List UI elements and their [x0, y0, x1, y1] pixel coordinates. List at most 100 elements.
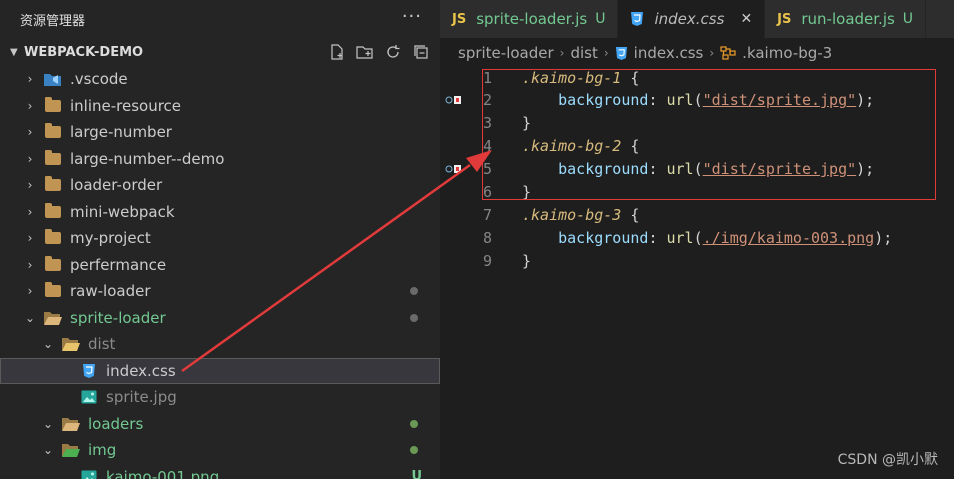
breadcrumb-item[interactable]: sprite-loader: [458, 44, 554, 62]
tree-item-label: perfermance: [70, 255, 167, 274]
tree-item[interactable]: › .vscode: [0, 66, 440, 93]
project-name: WEBPACK-DEMO: [24, 44, 144, 60]
tree-item[interactable]: › mini-webpack: [0, 199, 440, 226]
tree-item[interactable]: sprite.jpg: [0, 384, 440, 411]
line-number: 8: [482, 228, 492, 247]
folder-open-icon: [62, 417, 80, 431]
git-untracked-dot: [410, 419, 418, 428]
css-selector: .kaimo-bg-3: [522, 205, 622, 224]
tree-item-label: my-project: [70, 229, 151, 248]
tree-item[interactable]: › large-number: [0, 119, 440, 146]
tab-sprite-loader-js[interactable]: JS sprite-loader.js U: [440, 0, 619, 38]
folder-icon: [44, 229, 62, 245]
collapse-all-icon[interactable]: [410, 42, 432, 62]
explorer-header: 资源管理器 ···: [0, 0, 440, 38]
chevron-down-icon: ▼: [10, 46, 18, 58]
project-root[interactable]: ▼ WEBPACK-DEMO: [0, 38, 440, 66]
code-text: .kaimo-bg-3 {: [522, 206, 639, 224]
brace: }: [522, 251, 532, 270]
chevron-down-icon: ⌄: [42, 416, 54, 431]
tree-item-label: inline-resource: [70, 96, 182, 115]
vscode-folder-icon: [44, 72, 62, 87]
image-file-icon: [80, 390, 98, 404]
css-property: background: [558, 228, 649, 247]
folder-icon: [44, 123, 62, 139]
tree-item[interactable]: ⌄ loaders: [0, 411, 440, 438]
tree-item[interactable]: › perfermance: [0, 252, 440, 279]
tree-item-label: sprite.jpg: [106, 388, 177, 407]
tree-item[interactable]: › loader-order: [0, 172, 440, 199]
line-number: 9: [482, 251, 492, 270]
chevron-right-icon: ›: [27, 72, 33, 87]
css-file-icon: [615, 46, 628, 61]
chevron-down-icon: ⌄: [42, 337, 54, 352]
tree-item-label: sprite-loader: [70, 308, 166, 327]
code-text: }: [522, 252, 531, 270]
css-file-icon: [80, 363, 98, 378]
tree-item[interactable]: ⌄ sprite-loader: [0, 305, 440, 332]
git-status-badge: U: [902, 11, 914, 27]
new-folder-icon[interactable]: [354, 42, 376, 62]
code-text: background: url(./img/kaimo-003.png);: [522, 229, 892, 247]
annotation-highlight-box: [482, 69, 936, 200]
tab-index-css[interactable]: index.css ✕: [618, 0, 766, 38]
chevron-right-icon: ›: [27, 125, 33, 140]
more-actions-icon[interactable]: ···: [402, 6, 422, 27]
color-decorator-icon[interactable]: [445, 94, 461, 106]
tree-item-label: img: [88, 441, 117, 460]
folder-open-icon: [44, 311, 62, 325]
chevron-down-icon: ⌄: [24, 310, 36, 325]
tree-item-label: loader-order: [70, 176, 163, 195]
git-status-badge: U: [411, 469, 422, 479]
chevron-right-icon: ›: [709, 46, 715, 60]
image-file-icon: [80, 470, 98, 479]
folder-open-icon: [62, 337, 80, 352]
editor-tabs: JS sprite-loader.js U index.css ✕ JS run…: [440, 0, 954, 38]
breadcrumb-item[interactable]: index.css: [634, 44, 704, 62]
js-file-icon: JS: [452, 11, 467, 27]
tree-item[interactable]: › inline-resource: [0, 93, 440, 120]
css-function: url: [666, 228, 694, 247]
git-modified-dot: [410, 287, 418, 296]
breadcrumb-item[interactable]: dist: [570, 44, 597, 62]
tab-run-loader-js[interactable]: JS run-loader.js U: [765, 0, 927, 38]
paren: );: [874, 228, 893, 247]
git-modified-dot: [410, 313, 418, 322]
breadcrumb-item[interactable]: .kaimo-bg-3: [742, 44, 832, 62]
folder-icon: [44, 176, 62, 192]
tree-item[interactable]: › large-number--demo: [0, 146, 440, 173]
chevron-right-icon: ›: [27, 231, 33, 246]
tab-label: run-loader.js: [801, 10, 895, 28]
tree-item[interactable]: ⌄ dist: [0, 331, 440, 358]
chevron-right-icon: ›: [27, 257, 33, 272]
color-decorator-icon[interactable]: [445, 163, 461, 175]
code-line: 9}: [440, 249, 954, 272]
code-line: 8 background: url(./img/kaimo-003.png);: [440, 226, 954, 249]
chevron-down-icon: ⌄: [42, 443, 54, 458]
tree-item-label: mini-webpack: [70, 202, 175, 221]
chevron-right-icon: ›: [27, 98, 33, 113]
tree-item-label: dist: [88, 335, 116, 354]
tree-item[interactable]: ⌄ img: [0, 437, 440, 464]
tree-item[interactable]: index.css: [0, 357, 440, 384]
paren: (: [693, 228, 703, 247]
tab-label: sprite-loader.js: [476, 10, 588, 28]
tree-item[interactable]: › raw-loader: [0, 278, 440, 305]
tree-item-label: large-number--demo: [70, 149, 225, 168]
tree-item[interactable]: kaimo-001.png U: [0, 464, 440, 479]
css-url-value: ./img/kaimo-003.png: [702, 228, 875, 247]
git-untracked-dot: [410, 446, 418, 455]
tree-item[interactable]: › my-project: [0, 225, 440, 252]
refresh-icon[interactable]: [382, 42, 404, 62]
new-file-icon[interactable]: [326, 42, 348, 62]
close-icon[interactable]: ✕: [740, 11, 752, 27]
folder-icon: [44, 255, 62, 272]
explorer-title: 资源管理器: [20, 13, 86, 29]
css-file-icon: [630, 11, 644, 27]
folder-icon: [44, 202, 62, 219]
tree-item-label: kaimo-001.png: [106, 467, 220, 479]
tree-item-label: large-number: [70, 123, 172, 142]
chevron-right-icon: ›: [603, 46, 609, 60]
folder-icon: [44, 96, 62, 113]
brace: {: [621, 205, 640, 224]
